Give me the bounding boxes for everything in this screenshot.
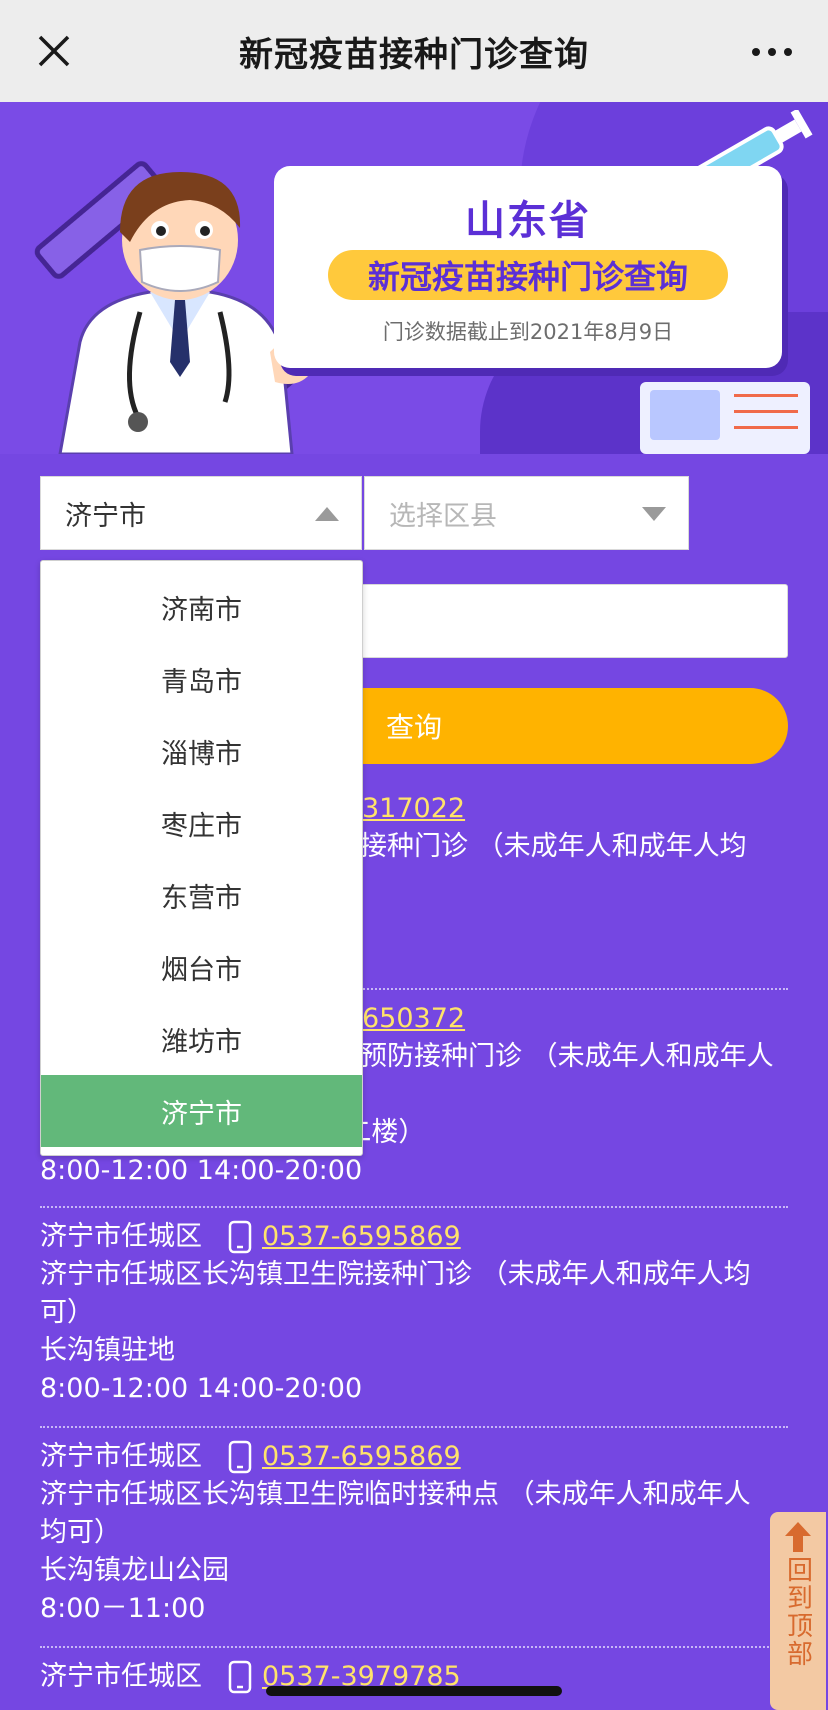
clinic-name-cont: 可）: [40, 1297, 94, 1328]
list-item: 济宁市任城区 0537-6595869 济宁市任城区长沟镇卫生院接种门诊 （未成…: [40, 1218, 788, 1428]
phone-link[interactable]: 0537-6595869: [262, 1218, 461, 1256]
close-icon[interactable]: [36, 33, 72, 69]
clinic-hours: 8:00-12:00 14:00-20:00: [40, 1155, 363, 1186]
district-select[interactable]: 选择区县: [364, 476, 689, 550]
dropdown-option[interactable]: 东营市: [41, 859, 362, 931]
banner-subtitle: 新冠疫苗接种门诊查询: [328, 250, 728, 300]
caret-down-icon: [642, 507, 666, 521]
district-label: 济宁市任城区: [40, 1221, 202, 1252]
phone-icon: [228, 1660, 252, 1694]
phone-link[interactable]: 0537-6595869: [262, 1438, 461, 1476]
more-dots-icon[interactable]: [752, 48, 792, 56]
caret-up-icon: [315, 507, 339, 521]
back-to-top-label: 回到顶部: [782, 1556, 813, 1668]
clipboard-illustration: [640, 382, 810, 454]
nav-bar: 新冠疫苗接种门诊查询: [0, 0, 828, 102]
arrow-up-icon: [785, 1522, 811, 1552]
banner-title-card: 山东省 新冠疫苗接种门诊查询 门诊数据截止到2021年8月9日: [274, 166, 782, 368]
list-item: 济宁市任城区 0537-6595869 济宁市任城区长沟镇卫生院临时接种点 （未…: [40, 1438, 788, 1648]
phone-link[interactable]: 317022: [362, 793, 465, 824]
clinic-name: 济宁市任城区长沟镇卫生院接种门诊 （未成年人和成年人均: [40, 1259, 751, 1290]
dropdown-option-selected[interactable]: 济宁市: [41, 1075, 362, 1147]
phone-link[interactable]: 650372: [362, 1003, 465, 1034]
dropdown-option[interactable]: 青岛市: [41, 643, 362, 715]
clinic-address: 长沟镇龙山公园: [40, 1555, 229, 1586]
clinic-hours: 8:00－11:00: [40, 1593, 206, 1624]
district-label: 济宁市任城区: [40, 1661, 202, 1692]
clinic-name: 济宁市任城区长沟镇卫生院临时接种点 （未成年人和成年人: [40, 1479, 751, 1510]
city-select-value: 济宁市: [65, 500, 146, 532]
page-title: 新冠疫苗接种门诊查询: [239, 34, 589, 75]
dropdown-option[interactable]: 潍坊市: [41, 1003, 362, 1075]
home-indicator: [266, 1686, 562, 1696]
city-select[interactable]: 济宁市: [40, 476, 362, 550]
list-item: 济宁市任城区 0537-3979785: [40, 1658, 788, 1710]
dropdown-option[interactable]: 枣庄市: [41, 787, 362, 859]
clinic-name-cont: 均可）: [40, 1517, 121, 1548]
clinic-hours: 8:00-12:00 14:00-20:00: [40, 1373, 363, 1404]
district-label: 济宁市任城区: [40, 1441, 202, 1472]
banner: 山东省 新冠疫苗接种门诊查询 门诊数据截止到2021年8月9日: [0, 102, 828, 454]
banner-province: 山东省: [465, 198, 591, 244]
clinic-address: 长沟镇驻地: [40, 1335, 175, 1366]
city-dropdown: 济南市 青岛市 淄博市 枣庄市 东营市 烟台市 潍坊市 济宁市: [40, 560, 363, 1156]
banner-date-note: 门诊数据截止到2021年8月9日: [382, 320, 674, 344]
dropdown-option[interactable]: 淄博市: [41, 715, 362, 787]
district-select-placeholder: 选择区县: [389, 500, 497, 532]
dropdown-option[interactable]: 济南市: [41, 571, 362, 643]
back-to-top-button[interactable]: 回到顶部: [770, 1512, 826, 1710]
phone-icon: [228, 1220, 252, 1254]
phone-icon: [228, 1440, 252, 1474]
dropdown-option[interactable]: 烟台市: [41, 931, 362, 1003]
